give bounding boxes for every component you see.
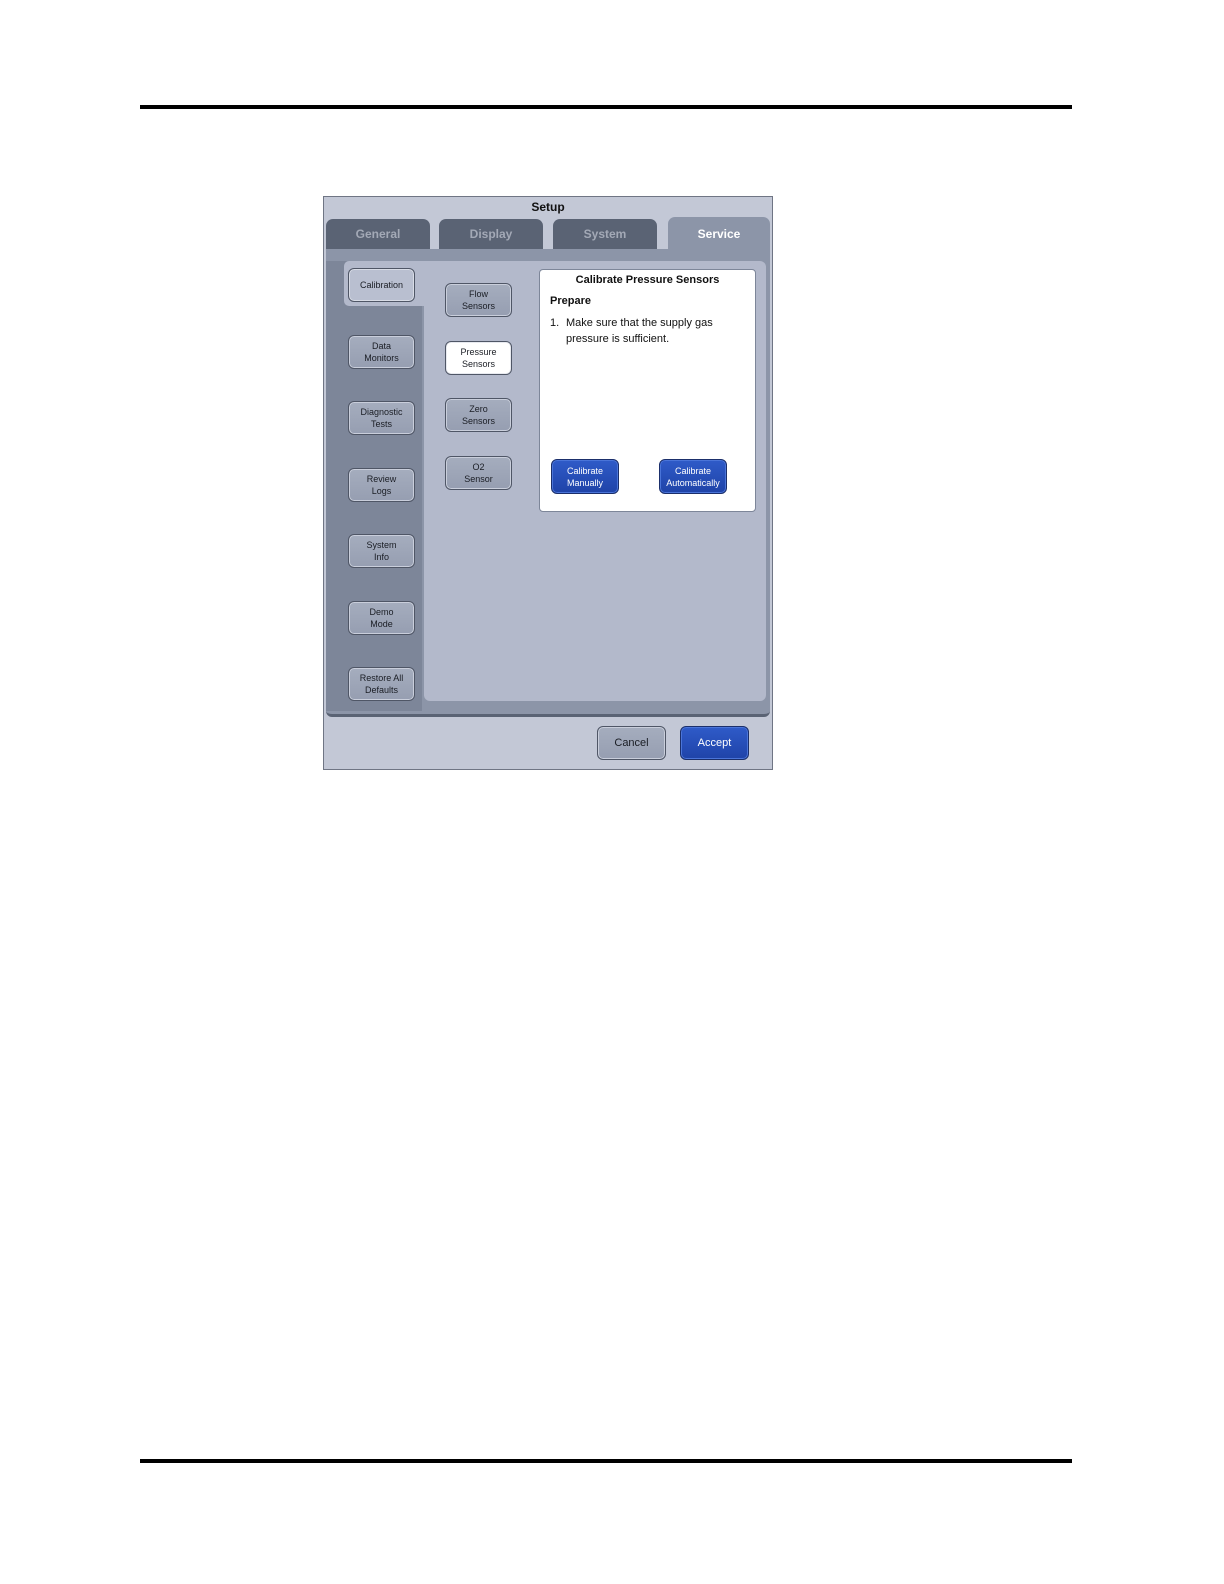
o2-sensor-button[interactable]: O2 Sensor	[445, 456, 512, 490]
button-label: O2 Sensor	[464, 462, 493, 484]
tab-display[interactable]: Display	[439, 219, 543, 249]
panel-step: 1. Make sure that the supply gas pressur…	[550, 315, 740, 347]
pressure-sensors-button[interactable]: Pressure Sensors	[445, 341, 512, 375]
panel-heading: Prepare	[550, 295, 591, 307]
demo-mode-button[interactable]: Demo Mode	[348, 601, 415, 635]
restore-all-defaults-button[interactable]: Restore All Defaults	[348, 667, 415, 701]
panel-title: Calibrate Pressure Sensors	[575, 274, 720, 286]
button-label: Accept	[697, 737, 732, 749]
button-label: Cancel	[614, 737, 649, 749]
button-label: Diagnostic Tests	[360, 407, 403, 429]
window-title: Setup	[531, 200, 565, 214]
zero-sensors-button[interactable]: Zero Sensors	[445, 398, 512, 432]
button-label: Restore All Defaults	[359, 673, 404, 695]
data-monitors-button[interactable]: Data Monitors	[348, 335, 415, 369]
tab-label: Display	[469, 227, 513, 241]
review-logs-button[interactable]: Review Logs	[348, 468, 415, 502]
diagnostic-tests-button[interactable]: Diagnostic Tests	[348, 401, 415, 435]
system-info-button[interactable]: System Info	[348, 534, 415, 568]
button-label: Calibrate Automatically	[666, 465, 720, 488]
button-label: Zero Sensors	[461, 404, 496, 426]
button-label: System Info	[366, 540, 397, 562]
calibrate-automatically-button[interactable]: Calibrate Automatically	[659, 459, 727, 494]
step-number: 1.	[550, 317, 560, 329]
flow-sensors-button[interactable]: Flow Sensors	[445, 283, 512, 317]
tab-service[interactable]: Service	[668, 217, 770, 251]
button-label: Flow Sensors	[461, 289, 496, 311]
accept-button[interactable]: Accept	[680, 726, 749, 760]
tab-label: Service	[697, 227, 741, 241]
step-text: Make sure that the supply gas pressure i…	[566, 317, 713, 345]
button-label: Calibrate Manually	[566, 465, 604, 488]
button-label: Data Monitors	[364, 341, 399, 363]
button-label: Demo Mode	[369, 607, 394, 629]
bottom-rule	[140, 1459, 1072, 1463]
tab-label: General	[355, 227, 401, 241]
tab-general[interactable]: General	[326, 219, 430, 249]
calibration-button[interactable]: Calibration	[348, 268, 415, 302]
tab-system[interactable]: System	[553, 219, 657, 249]
button-label: Pressure Sensors	[460, 347, 497, 369]
top-rule	[140, 105, 1072, 109]
button-label: Review Logs	[366, 474, 397, 496]
tab-label: System	[583, 227, 627, 241]
button-label: Calibration	[359, 280, 404, 290]
calibrate-manually-button[interactable]: Calibrate Manually	[551, 459, 619, 494]
cancel-button[interactable]: Cancel	[597, 726, 666, 760]
